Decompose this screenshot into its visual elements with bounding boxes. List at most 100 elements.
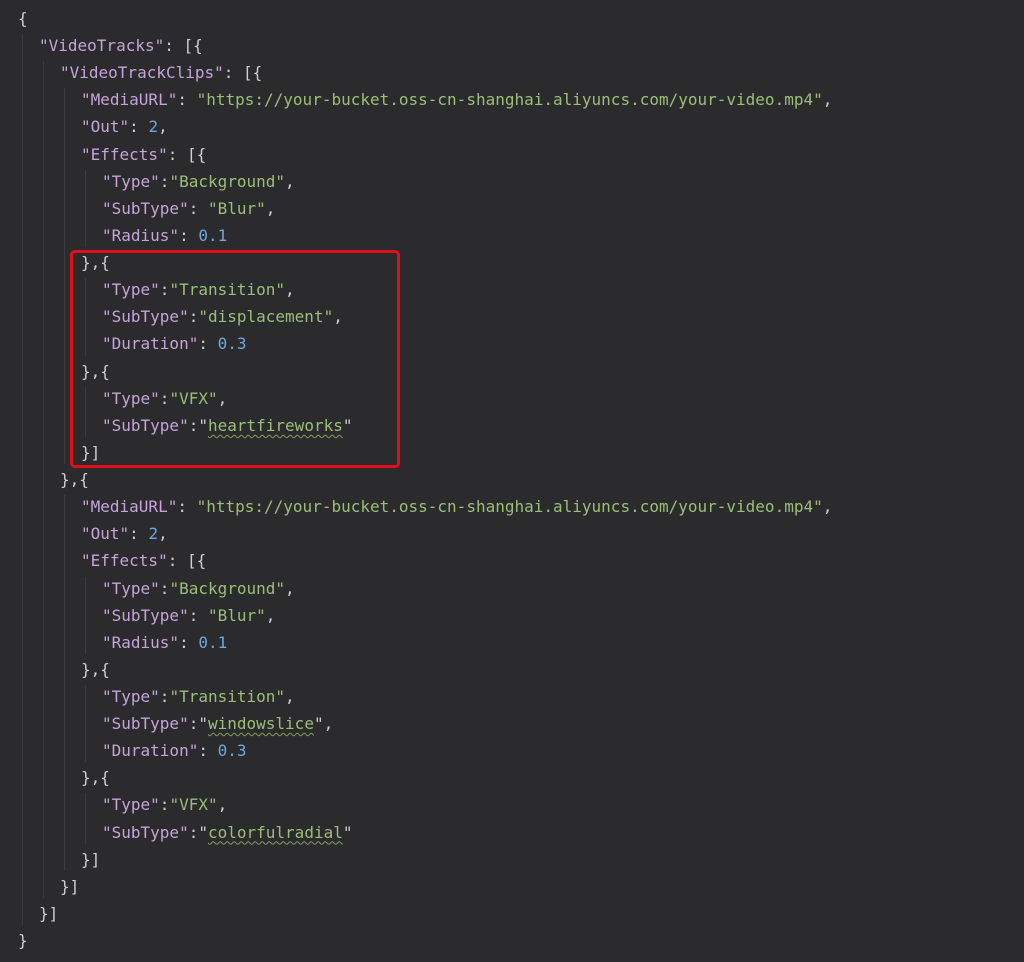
string-token: "Transition" [169,280,286,300]
punctuation-token: }] [81,849,101,869]
punctuation-token: : [159,171,170,191]
key-token: "Effects" [81,551,168,571]
code-line: "Type":"VFX", [102,385,227,412]
code-line: "MediaURL": "https://your-bucket.oss-cn-… [81,493,832,520]
punctuation-token: , [822,90,833,110]
punctuation-token: : [188,415,199,435]
key-token: "VideoTracks" [39,36,165,56]
code-line: "SubType": "Blur", [102,195,275,222]
code-line: "Type":"Background", [102,575,295,602]
code-line: "Type":"VFX", [102,791,227,818]
key-token: "MediaURL" [81,497,178,517]
code-line: "Duration": 0.3 [102,330,247,357]
key-token: "Effects" [81,144,168,164]
key-token: "Type" [102,795,160,815]
punctuation-token: , [285,687,295,706]
indent-guide [64,495,65,871]
punctuation-token: },{ [81,659,110,679]
code-line: "SubType":"windowslice", [102,710,333,737]
code-editor[interactable]: {"VideoTracks": [{"VideoTrackClips": [{"… [0,0,1024,962]
string-token: "Transition" [169,687,286,706]
indent-guide [85,278,86,356]
key-token: "Out" [81,524,130,544]
code-line: { [18,5,28,32]
string-token: "VFX" [169,388,218,408]
punctuation-token: : [159,388,170,408]
code-line: "SubType":"heartfireworks" [102,412,352,439]
key-token: "Type" [102,388,160,408]
punctuation-token: " [198,415,208,435]
code-line: "SubType": "Blur", [102,602,275,629]
indent-guide [85,169,86,248]
code-line: "Type":"Background", [102,168,295,195]
code-line: "SubType":"displacement", [102,303,343,330]
code-line: }] [39,900,58,927]
code-line: "Effects": [{ [81,547,206,574]
indent-guide [85,576,86,654]
key-token: "VideoTrackClips" [60,63,224,83]
punctuation-token: , [333,307,343,327]
punctuation-token: : [188,198,208,218]
key-token: "Type" [102,280,160,300]
punctuation-token: : [177,90,197,110]
code-line: "SubType":"colorfulradial" [102,819,352,846]
code-line: "VideoTracks": [{ [39,32,203,59]
punctuation-token: : [177,497,197,517]
key-token: "Type" [102,171,160,191]
string-token: "Background" [169,171,286,191]
indent-guide [85,685,86,763]
key-token: "Out" [81,117,130,137]
string-token: windowslice [207,714,314,734]
code-line: "Out": 2, [81,113,168,140]
punctuation-token: { [18,9,28,28]
code-line: "Type":"Transition", [102,683,295,710]
indent-guide [64,88,65,465]
punctuation-token: : [{ [223,63,263,83]
number-token: 0.1 [198,632,228,652]
code-line: "VideoTrackClips": [{ [60,59,262,86]
key-token: "SubType" [102,822,189,842]
code-line: "MediaURL": "https://your-bucket.oss-cn-… [81,86,832,113]
punctuation-token: , [285,280,295,300]
string-token: "https://your-bucket.oss-cn-shanghai.ali… [196,90,823,110]
punctuation-token: : [159,578,170,598]
punctuation-token: }] [39,903,59,923]
punctuation-token: : [179,632,199,652]
string-token: "Blur" [207,605,266,625]
punctuation-token: , [158,117,168,137]
punctuation-token: " [198,714,208,734]
punctuation-token: : [188,307,199,327]
punctuation-token: " [198,822,208,842]
code-line: }] [60,873,79,900]
key-token: "Duration" [102,741,199,761]
key-token: "SubType" [102,415,189,435]
key-token: "SubType" [102,307,189,327]
punctuation-token: },{ [81,361,110,381]
string-token: "Background" [169,578,286,598]
code-line: "Type":"Transition", [102,276,295,303]
code-line: },{ [81,764,110,791]
punctuation-token: , [285,578,295,598]
punctuation-token: : [198,741,218,761]
punctuation-token: , [265,198,276,218]
punctuation-token: " [342,822,353,842]
punctuation-token: : [129,117,149,137]
code-line: "Radius": 0.1 [102,629,227,656]
string-token: heartfireworks [207,415,343,435]
punctuation-token: : [159,795,170,815]
key-token: "Type" [102,578,160,598]
key-token: "Radius" [102,632,180,652]
punctuation-token: : [{ [164,36,203,56]
code-line: "Radius": 0.1 [102,222,227,249]
number-token: 0.3 [217,334,247,354]
punctuation-token: },{ [81,253,110,273]
punctuation-token: , [217,795,228,815]
punctuation-token: : [198,334,218,354]
punctuation-token: , [158,524,168,544]
punctuation-token: }] [60,876,80,896]
key-token: "Duration" [102,334,199,354]
key-token: "SubType" [102,714,189,734]
punctuation-token: , [217,388,228,408]
punctuation-token: }] [81,442,101,462]
punctuation-token: : [129,524,149,544]
